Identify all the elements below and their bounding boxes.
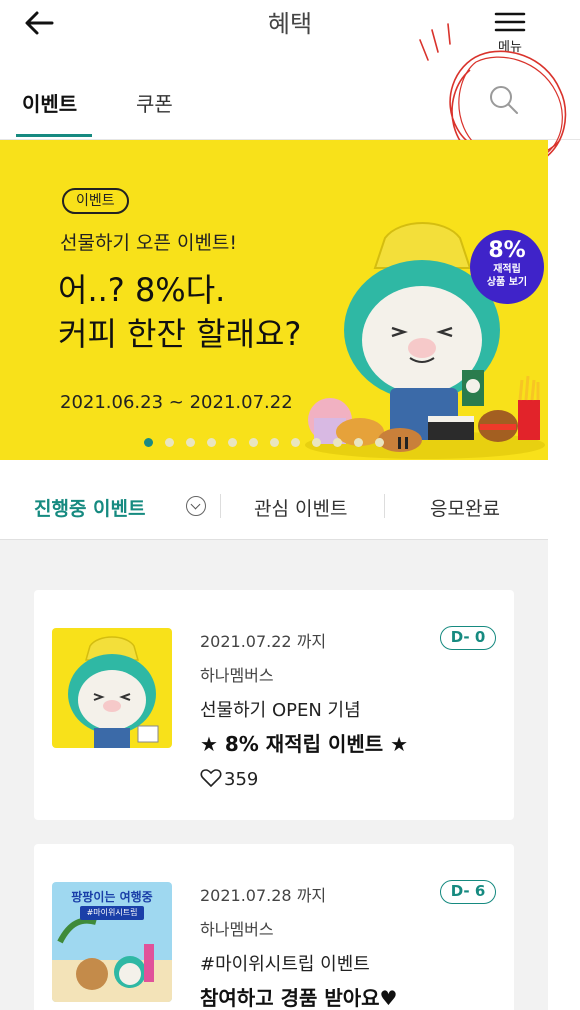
- app-header: 혜택 메뉴: [0, 0, 580, 62]
- event-card[interactable]: 2021.07.22 까지 D- 0 하나멤버스 선물하기 OPEN 기념 ★ …: [34, 590, 514, 820]
- filter-applied-events[interactable]: 응모완료: [430, 494, 500, 521]
- chevron-down-icon[interactable]: [186, 496, 206, 516]
- pager-dot[interactable]: [375, 438, 384, 447]
- event-title-line1: 선물하기 OPEN 기념: [200, 700, 361, 721]
- badge-line2: 상품 보기: [486, 277, 528, 288]
- event-filter-bar: 진행중 이벤트 관심 이벤트 응모완료: [0, 460, 548, 540]
- event-end-date: 2021.07.28 까지: [200, 886, 327, 905]
- filter-interested-events[interactable]: 관심 이벤트: [254, 494, 347, 521]
- badge-percent: 8%: [488, 238, 526, 263]
- event-organizer: 하나멤버스: [200, 666, 274, 685]
- reward-badge[interactable]: 8% 재적립 상품 보기: [470, 230, 544, 304]
- event-thumbnail: 팡팡이는 여행중 #마이위시트립: [52, 882, 172, 1002]
- banner-subtitle: 선물하기 오픈 이벤트!: [60, 232, 238, 254]
- event-title-line1: #마이위시트립 이벤트: [200, 954, 370, 975]
- event-end-date: 2021.07.22 까지: [200, 632, 327, 651]
- filter-ongoing-events[interactable]: 진행중 이벤트: [34, 494, 146, 521]
- event-banner[interactable]: 이벤트 선물하기 오픈 이벤트! 어..? 8%다. 커피 한잔 할래요? 20…: [0, 140, 548, 460]
- pager-dot[interactable]: [291, 438, 300, 447]
- banner-category-pill: 이벤트: [62, 188, 129, 214]
- pager-dot[interactable]: [354, 438, 363, 447]
- banner-headline: 어..? 8%다. 커피 한잔 할래요?: [58, 271, 302, 353]
- divider: [384, 494, 385, 518]
- search-icon: [490, 86, 518, 114]
- pager-dot[interactable]: [144, 438, 153, 447]
- heart-outline-icon[interactable]: [200, 768, 222, 788]
- tab-bar: 이벤트 쿠폰: [0, 62, 580, 140]
- pause-icon[interactable]: [397, 436, 409, 450]
- pager-dot[interactable]: [333, 438, 342, 447]
- event-card[interactable]: 팡팡이는 여행중 #마이위시트립 2021.07.28 까지 D- 6 하나멤버…: [34, 844, 514, 1010]
- event-organizer: 하나멤버스: [200, 920, 274, 939]
- pager-dot[interactable]: [207, 438, 216, 447]
- event-title-line2: ★ 8% 재적립 이벤트 ★: [200, 732, 409, 756]
- banner-date-range: 2021.06.23 ~ 2021.07.22: [60, 392, 293, 413]
- thumbnail-title: 팡팡이는 여행중: [71, 890, 153, 904]
- dday-badge: D- 0: [440, 626, 496, 650]
- active-tab-indicator: [16, 134, 92, 137]
- divider: [220, 494, 221, 518]
- event-title-line2: 참여하고 경품 받아요♥: [200, 986, 398, 1010]
- pager-dot[interactable]: [312, 438, 321, 447]
- like-count[interactable]: 359: [200, 768, 258, 790]
- pager-dot[interactable]: [249, 438, 258, 447]
- hamburger-icon: [494, 12, 526, 32]
- banner-pager: [144, 432, 409, 449]
- pager-dot[interactable]: [165, 438, 174, 447]
- like-count-value: 359: [224, 769, 259, 790]
- thumbnail-tag: #마이위시트립: [80, 906, 144, 920]
- search-button[interactable]: [484, 80, 524, 120]
- menu-button[interactable]: 메뉴: [490, 8, 530, 55]
- tab-events[interactable]: 이벤트: [22, 88, 77, 117]
- pager-dot[interactable]: [270, 438, 279, 447]
- pager-dot[interactable]: [228, 438, 237, 447]
- menu-label: 메뉴: [498, 40, 522, 55]
- dday-badge: D- 6: [440, 880, 496, 904]
- event-thumbnail: [52, 628, 172, 748]
- badge-line1: 재적립: [493, 264, 521, 275]
- event-list: 2021.07.22 까지 D- 0 하나멤버스 선물하기 OPEN 기념 ★ …: [0, 540, 548, 1010]
- pager-dot[interactable]: [186, 438, 195, 447]
- tab-coupons[interactable]: 쿠폰: [136, 88, 173, 117]
